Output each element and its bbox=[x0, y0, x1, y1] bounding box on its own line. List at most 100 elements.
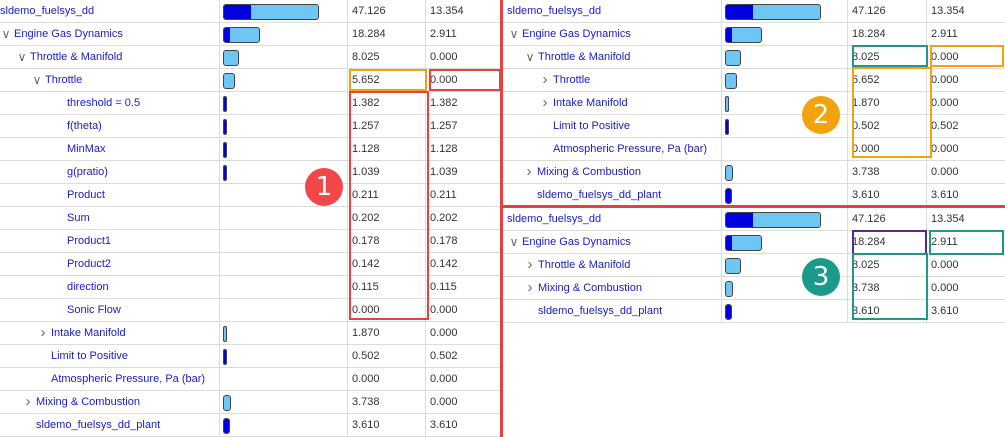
total-time-value: 3.610 bbox=[852, 305, 880, 317]
tree-row[interactable]: › Throttle 5.652 0.000 bbox=[503, 69, 1005, 92]
tree-node-label-throttle-manifold[interactable]: Throttle & Manifold bbox=[538, 254, 630, 276]
tree-node-label-sldemo-fuelsys-dd[interactable]: sldemo_fuelsys_dd bbox=[507, 0, 601, 22]
tree-node-label-intake-manifold[interactable]: Intake Manifold bbox=[51, 322, 126, 344]
tree-row[interactable]: Limit to Positive 0.502 0.502 bbox=[0, 345, 500, 368]
chevron-down-icon[interactable]: ∨ bbox=[508, 231, 520, 253]
tree-row[interactable]: › Mixing & Combustion 3.738 0.000 bbox=[503, 277, 1005, 300]
tree-node-label-atmospheric-pressure-pa-bar[interactable]: Atmospheric Pressure, Pa (bar) bbox=[51, 368, 205, 390]
tree-node-name-cell: Sonic Flow bbox=[0, 299, 220, 321]
tree-row[interactable]: f(theta) 1.257 1.257 bbox=[0, 115, 500, 138]
tree-node-label-product2[interactable]: Product2 bbox=[67, 253, 111, 275]
time-bar bbox=[223, 119, 227, 135]
total-time-value: 8.025 bbox=[852, 51, 880, 63]
tree-node-label-sum[interactable]: Sum bbox=[67, 207, 90, 229]
tree-row[interactable]: sldemo_fuelsys_dd_plant 3.610 3.610 bbox=[503, 184, 1005, 207]
divider-vertical bbox=[500, 0, 503, 437]
tree-node-label-mixing-combustion[interactable]: Mixing & Combustion bbox=[537, 161, 641, 183]
tree-row[interactable]: sldemo_fuelsys_dd 47.126 13.354 bbox=[503, 0, 1005, 23]
tree-row[interactable]: › Intake Manifold 1.870 0.000 bbox=[0, 322, 500, 345]
tree-node-label-engine-gas-dynamics[interactable]: Engine Gas Dynamics bbox=[14, 23, 123, 45]
tree-node-label-limit-to-positive[interactable]: Limit to Positive bbox=[51, 345, 128, 367]
tree-row[interactable]: Product2 0.142 0.142 bbox=[0, 253, 500, 276]
tree-row[interactable]: sldemo_fuelsys_dd 47.126 13.354 bbox=[503, 208, 1005, 231]
time-bar-cell bbox=[220, 299, 348, 321]
total-time-value: 0.000 bbox=[852, 143, 880, 155]
tree-node-label-sldemo-fuelsys-dd[interactable]: sldemo_fuelsys_dd bbox=[0, 0, 94, 22]
self-time-value: 0.000 bbox=[931, 51, 959, 63]
self-time-fill bbox=[726, 305, 731, 319]
tree-row[interactable]: MinMax 1.128 1.128 bbox=[0, 138, 500, 161]
chevron-down-icon[interactable]: ∨ bbox=[508, 23, 520, 45]
chevron-right-icon[interactable]: › bbox=[37, 322, 49, 344]
tree-row[interactable]: g(pratio) 1.039 1.039 bbox=[0, 161, 500, 184]
chevron-right-icon[interactable]: › bbox=[524, 254, 536, 276]
tree-row[interactable]: Product1 0.178 0.178 bbox=[0, 230, 500, 253]
tree-row[interactable]: Product 0.211 0.211 bbox=[0, 184, 500, 207]
divider-horizontal bbox=[503, 205, 1005, 208]
tree-node-label-throttle-manifold[interactable]: Throttle & Manifold bbox=[30, 46, 122, 68]
tree-row[interactable]: ∨ Throttle & Manifold 8.025 0.000 bbox=[503, 46, 1005, 69]
tree-node-label-mixing-combustion[interactable]: Mixing & Combustion bbox=[36, 391, 140, 413]
total-time-cell: 8.025 bbox=[348, 46, 426, 68]
tree-node-label-f-theta[interactable]: f(theta) bbox=[67, 115, 102, 137]
tree-node-label-product[interactable]: Product bbox=[67, 184, 105, 206]
tree-node-label-throttle-manifold[interactable]: Throttle & Manifold bbox=[538, 46, 630, 68]
chevron-right-icon[interactable]: › bbox=[22, 391, 34, 413]
self-time-fill bbox=[224, 166, 226, 180]
tree-node-label-sldemo-fuelsys-dd-plant[interactable]: sldemo_fuelsys_dd_plant bbox=[538, 300, 662, 322]
tree-node-label-throttle[interactable]: Throttle bbox=[45, 69, 82, 91]
self-time-fill bbox=[726, 189, 731, 203]
self-time-cell: 0.211 bbox=[426, 184, 500, 206]
tree-row[interactable]: threshold = 0.5 1.382 1.382 bbox=[0, 92, 500, 115]
tree-node-label-sldemo-fuelsys-dd-plant[interactable]: sldemo_fuelsys_dd_plant bbox=[36, 414, 160, 436]
tree-node-label-sldemo-fuelsys-dd[interactable]: sldemo_fuelsys_dd bbox=[507, 208, 601, 230]
chevron-down-icon[interactable]: ∨ bbox=[524, 46, 536, 68]
chevron-down-icon[interactable]: ∨ bbox=[16, 46, 28, 68]
chevron-right-icon[interactable]: › bbox=[539, 92, 551, 114]
tree-row[interactable]: Limit to Positive 0.502 0.502 bbox=[503, 115, 1005, 138]
tree-node-name-cell: ∨ Engine Gas Dynamics bbox=[503, 231, 722, 253]
tree-row[interactable]: ∨ Engine Gas Dynamics 18.284 2.911 bbox=[0, 23, 500, 46]
tree-row[interactable]: Sonic Flow 0.000 0.000 bbox=[0, 299, 500, 322]
tree-node-label-direction[interactable]: direction bbox=[67, 276, 109, 298]
tree-row[interactable]: › Mixing & Combustion 3.738 0.000 bbox=[0, 391, 500, 414]
tree-node-label-product1[interactable]: Product1 bbox=[67, 230, 111, 252]
tree-node-name-cell: Limit to Positive bbox=[503, 115, 722, 137]
chevron-right-icon[interactable]: › bbox=[524, 277, 536, 299]
tree-node-label-engine-gas-dynamics[interactable]: Engine Gas Dynamics bbox=[522, 231, 631, 253]
tree-row[interactable]: Atmospheric Pressure, Pa (bar) 0.000 0.000 bbox=[503, 138, 1005, 161]
total-time-cell: 5.652 bbox=[348, 69, 426, 91]
tree-row[interactable]: sldemo_fuelsys_dd_plant 3.610 3.610 bbox=[0, 414, 500, 437]
tree-node-label-intake-manifold[interactable]: Intake Manifold bbox=[553, 92, 628, 114]
tree-row[interactable]: ∨ Throttle 5.652 0.000 bbox=[0, 69, 500, 92]
chevron-down-icon[interactable]: ∨ bbox=[0, 23, 12, 45]
tree-row[interactable]: Sum 0.202 0.202 bbox=[0, 207, 500, 230]
chevron-right-icon[interactable]: › bbox=[523, 161, 535, 183]
tree-row[interactable]: ∨ Throttle & Manifold 8.025 0.000 bbox=[0, 46, 500, 69]
tree-node-label-throttle[interactable]: Throttle bbox=[553, 69, 590, 91]
self-time-value: 0.000 bbox=[931, 259, 959, 271]
tree-row[interactable]: sldemo_fuelsys_dd_plant 3.610 3.610 bbox=[503, 300, 1005, 323]
tree-node-label-minmax[interactable]: MinMax bbox=[67, 138, 106, 160]
tree-row[interactable]: sldemo_fuelsys_dd 47.126 13.354 bbox=[0, 0, 500, 23]
tree-row[interactable]: ∨ Engine Gas Dynamics 18.284 2.911 bbox=[503, 231, 1005, 254]
tree-node-label-limit-to-positive[interactable]: Limit to Positive bbox=[553, 115, 630, 137]
tree-node-label-sonic-flow[interactable]: Sonic Flow bbox=[67, 299, 121, 321]
tree-node-label-engine-gas-dynamics[interactable]: Engine Gas Dynamics bbox=[522, 23, 631, 45]
tree-node-label-threshold-0-5[interactable]: threshold = 0.5 bbox=[67, 92, 140, 114]
time-bar bbox=[223, 4, 319, 20]
tree-node-label-atmospheric-pressure-pa-bar[interactable]: Atmospheric Pressure, Pa (bar) bbox=[553, 138, 707, 160]
tree-node-label-g-pratio[interactable]: g(pratio) bbox=[67, 161, 108, 183]
chevron-down-icon[interactable]: ∨ bbox=[31, 69, 43, 91]
total-time-cell: 47.126 bbox=[848, 0, 927, 22]
chevron-right-icon[interactable]: › bbox=[539, 69, 551, 91]
tree-row[interactable]: Atmospheric Pressure, Pa (bar) 0.000 0.000 bbox=[0, 368, 500, 391]
self-time-cell: 3.610 bbox=[426, 414, 500, 436]
tree-row[interactable]: direction 0.115 0.115 bbox=[0, 276, 500, 299]
tree-row[interactable]: › Intake Manifold 1.870 0.000 bbox=[503, 92, 1005, 115]
tree-node-label-mixing-combustion[interactable]: Mixing & Combustion bbox=[538, 277, 642, 299]
tree-node-label-sldemo-fuelsys-dd-plant[interactable]: sldemo_fuelsys_dd_plant bbox=[537, 184, 661, 206]
tree-row[interactable]: › Throttle & Manifold 8.025 0.000 bbox=[503, 254, 1005, 277]
tree-row[interactable]: › Mixing & Combustion 3.738 0.000 bbox=[503, 161, 1005, 184]
tree-row[interactable]: ∨ Engine Gas Dynamics 18.284 2.911 bbox=[503, 23, 1005, 46]
